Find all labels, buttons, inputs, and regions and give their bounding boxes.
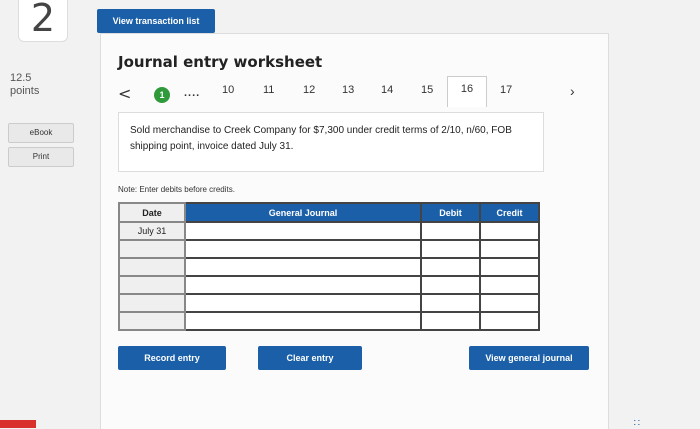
date-cell xyxy=(118,311,186,331)
nav-tab-11[interactable]: 11 xyxy=(263,84,274,96)
table-row xyxy=(118,293,540,313)
view-general-journal-button[interactable]: View general journal xyxy=(469,346,589,370)
worksheet-title: Journal entry worksheet xyxy=(118,53,323,71)
credit-input[interactable] xyxy=(479,311,540,331)
account-input[interactable] xyxy=(184,293,422,313)
table-row xyxy=(118,311,540,331)
header-debit: Debit xyxy=(420,202,481,223)
debit-input[interactable] xyxy=(420,257,481,277)
worksheet-nav: < 1 .... 10 11 12 13 14 15 16 17 › xyxy=(0,76,700,108)
date-cell: July 31 xyxy=(118,221,186,241)
account-input[interactable] xyxy=(184,275,422,295)
credit-input[interactable] xyxy=(479,257,540,277)
transaction-description: Sold merchandise to Creek Company for $7… xyxy=(118,112,544,172)
debit-input[interactable] xyxy=(420,275,481,295)
debit-input[interactable] xyxy=(420,311,481,331)
transaction-text: Sold merchandise to Creek Company for $7… xyxy=(130,125,512,152)
journal-table: Date General Journal Debit Credit July 3… xyxy=(118,202,540,331)
grid-icon: ∷ xyxy=(633,418,640,429)
account-input[interactable] xyxy=(184,221,422,241)
entry-note: Note: Enter debits before credits. xyxy=(118,185,235,194)
question-number: 2 xyxy=(18,0,68,42)
date-cell xyxy=(118,257,186,277)
debit-input[interactable] xyxy=(420,239,481,259)
nav-tab-14[interactable]: 14 xyxy=(381,84,393,96)
credit-input[interactable] xyxy=(479,293,540,313)
credit-input[interactable] xyxy=(479,275,540,295)
chevron-right-icon[interactable]: › xyxy=(570,83,575,99)
table-row xyxy=(118,239,540,259)
record-entry-button[interactable]: Record entry xyxy=(118,346,226,370)
nav-tab-17[interactable]: 17 xyxy=(500,84,512,96)
table-row: July 31 xyxy=(118,221,540,241)
clear-entry-button[interactable]: Clear entry xyxy=(258,346,362,370)
debit-input[interactable] xyxy=(420,293,481,313)
chevron-left-icon[interactable]: < xyxy=(118,84,131,103)
nav-tab-16[interactable]: 16 xyxy=(447,76,487,107)
date-cell xyxy=(118,275,186,295)
account-input[interactable] xyxy=(184,239,422,259)
current-step-badge[interactable]: 1 xyxy=(154,87,170,103)
nav-tab-13[interactable]: 13 xyxy=(342,84,354,96)
ebook-button[interactable]: eBook xyxy=(8,123,74,143)
corner-decoration xyxy=(0,420,36,428)
table-row xyxy=(118,257,540,277)
credit-input[interactable] xyxy=(479,221,540,241)
journal-header-row: Date General Journal Debit Credit xyxy=(118,202,540,223)
nav-tab-12[interactable]: 12 xyxy=(303,84,315,96)
date-cell xyxy=(118,239,186,259)
header-date: Date xyxy=(118,202,186,223)
table-row xyxy=(118,275,540,295)
account-input[interactable] xyxy=(184,311,422,331)
credit-input[interactable] xyxy=(479,239,540,259)
debit-input[interactable] xyxy=(420,221,481,241)
date-cell xyxy=(118,293,186,313)
nav-ellipsis: .... xyxy=(184,87,201,99)
view-transaction-list-button[interactable]: View transaction list xyxy=(97,9,215,33)
nav-tab-10[interactable]: 10 xyxy=(222,84,234,96)
print-button[interactable]: Print xyxy=(8,147,74,167)
header-credit: Credit xyxy=(479,202,540,223)
header-general-journal: General Journal xyxy=(184,202,422,223)
account-input[interactable] xyxy=(184,257,422,277)
nav-tab-15[interactable]: 15 xyxy=(421,84,433,96)
